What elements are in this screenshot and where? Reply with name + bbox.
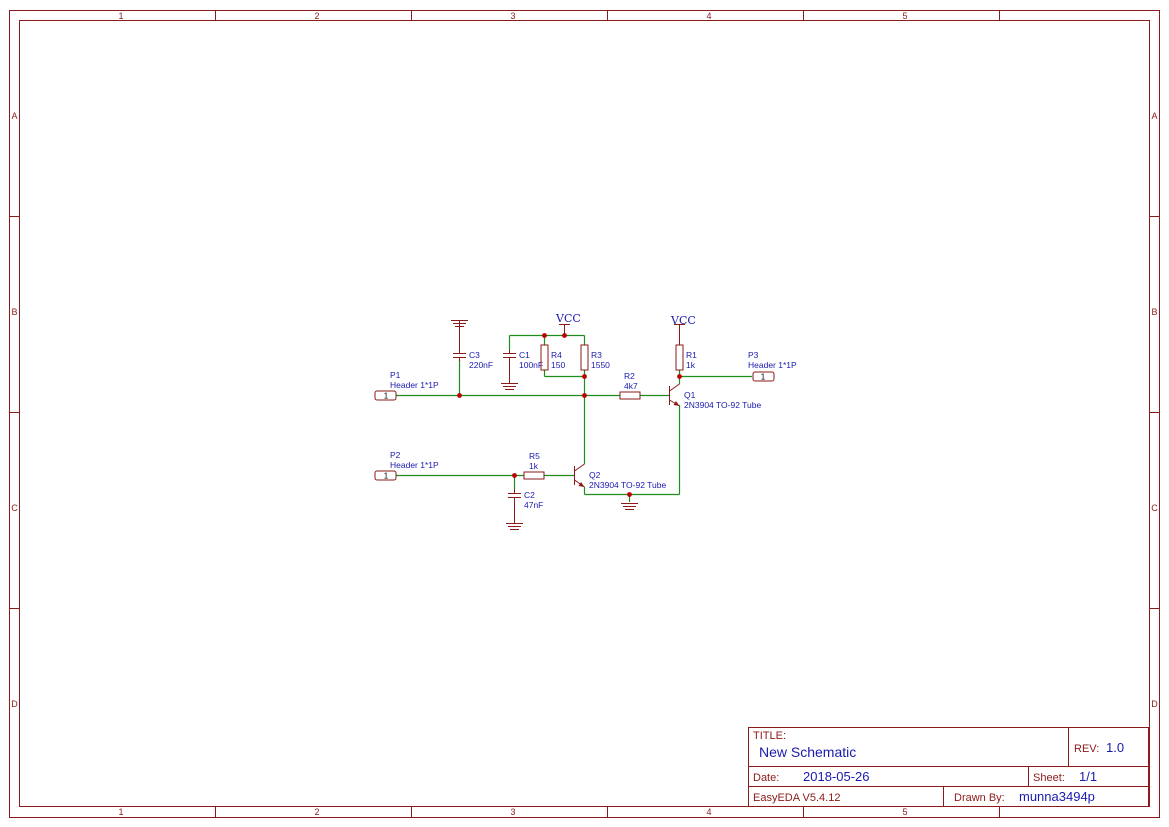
- r4-ref: R4: [551, 350, 562, 360]
- c1-ref: C1: [519, 350, 530, 360]
- junction-dot: [542, 333, 547, 338]
- junctions: [457, 333, 682, 497]
- transistor-q2: [574, 463, 585, 488]
- r2-ref: R2: [624, 371, 635, 381]
- r1-ref: R1: [686, 350, 697, 360]
- q2-ref: Q2: [589, 470, 601, 480]
- p2-value: Header 1*1P: [390, 460, 439, 470]
- row-label-left: A: [11, 111, 17, 121]
- c3-ref: C3: [469, 350, 480, 360]
- resistor-r3: [580, 344, 589, 371]
- ground-symbol-emitters: [621, 503, 638, 510]
- q2-value: 2N3904 TO-92 Tube: [589, 480, 666, 490]
- col-label-top: 2: [314, 11, 319, 21]
- p3-ref: P3: [748, 350, 759, 360]
- capacitor-c2: [508, 489, 521, 504]
- c1-value: 100nF: [519, 360, 543, 370]
- col-label-top: 5: [902, 11, 907, 21]
- row-label-left: D: [11, 699, 18, 709]
- resistor-r2: [619, 391, 641, 400]
- transistor-q1: [669, 383, 680, 407]
- col-label-bottom: 3: [510, 807, 515, 817]
- p3-value: Header 1*1P: [748, 360, 797, 370]
- software-version: EasyEDA V5.4.12: [753, 792, 840, 804]
- c3-value: 220nF: [469, 360, 493, 370]
- p1-pin-number: 1: [384, 392, 389, 401]
- drawn-by-label: Drawn By:: [954, 792, 1005, 804]
- ground-symbol-c3: [451, 320, 468, 350]
- r3-ref: R3: [591, 350, 602, 360]
- junction-dot: [512, 473, 517, 478]
- r2-value: 4k7: [624, 381, 638, 391]
- sheet-value: 1/1: [1079, 769, 1097, 784]
- r5-value: 1k: [529, 461, 539, 471]
- column-dividers: [215, 10, 1000, 818]
- vcc-symbol-top: VCC: [555, 312, 581, 335]
- schematic-sheet: 1 2 3 4 5 1 2 3 4 5 A B C D A B C D VCC …: [9, 10, 1160, 818]
- resistor-r1: [675, 344, 684, 371]
- p3-pin-number: 1: [761, 373, 766, 382]
- row-label-right: A: [1151, 111, 1157, 121]
- svg-text:VCC: VCC: [670, 314, 696, 327]
- row-label-left: C: [11, 503, 18, 513]
- r5-ref: R5: [529, 451, 540, 461]
- junction-dot: [677, 374, 682, 379]
- capacitor-c1: [503, 350, 516, 365]
- col-label-bottom: 5: [902, 807, 907, 817]
- p2-ref: P2: [390, 450, 401, 460]
- ground-symbol-c1: [501, 365, 518, 390]
- q1-ref: Q1: [684, 390, 696, 400]
- p2-pin-number: 1: [384, 472, 389, 481]
- svg-text:VCC: VCC: [555, 312, 581, 325]
- col-label-top: 1: [118, 11, 123, 21]
- title-label: TITLE:: [753, 730, 786, 742]
- rev-value: 1.0: [1106, 740, 1124, 755]
- col-label-bottom: 4: [706, 807, 711, 817]
- drawn-by-value: munna3494p: [1019, 789, 1095, 804]
- row-label-right: B: [1151, 307, 1157, 317]
- ground-symbol-c2: [506, 504, 523, 530]
- q1-value: 2N3904 TO-92 Tube: [684, 400, 761, 410]
- junction-dot: [457, 393, 462, 398]
- row-label-right: D: [1151, 699, 1158, 709]
- capacitor-c3: [453, 350, 466, 361]
- vcc-symbol-q1: VCC: [670, 314, 696, 345]
- resistor-r5: [523, 471, 545, 480]
- p1-value: Header 1*1P: [390, 380, 439, 390]
- c2-value: 47nF: [524, 500, 543, 510]
- p1-ref: P1: [390, 370, 401, 380]
- date-label: Date:: [753, 772, 779, 784]
- c2-ref: C2: [524, 490, 535, 500]
- date-value: 2018-05-26: [803, 769, 870, 784]
- junction-dot: [582, 374, 587, 379]
- col-label-bottom: 2: [314, 807, 319, 817]
- junction-dot: [582, 393, 587, 398]
- junction-dot: [627, 492, 632, 497]
- rev-label: REV:: [1074, 743, 1099, 755]
- col-label-top: 4: [706, 11, 711, 21]
- r3-value: 1550: [591, 360, 610, 370]
- title-value: New Schematic: [759, 744, 856, 760]
- r4-value: 150: [551, 360, 565, 370]
- col-label-bottom: 1: [118, 807, 123, 817]
- sheet-label: Sheet:: [1033, 772, 1065, 784]
- row-label-right: C: [1151, 503, 1158, 513]
- col-label-top: 3: [510, 11, 515, 21]
- r1-value: 1k: [686, 360, 696, 370]
- row-label-left: B: [11, 307, 17, 317]
